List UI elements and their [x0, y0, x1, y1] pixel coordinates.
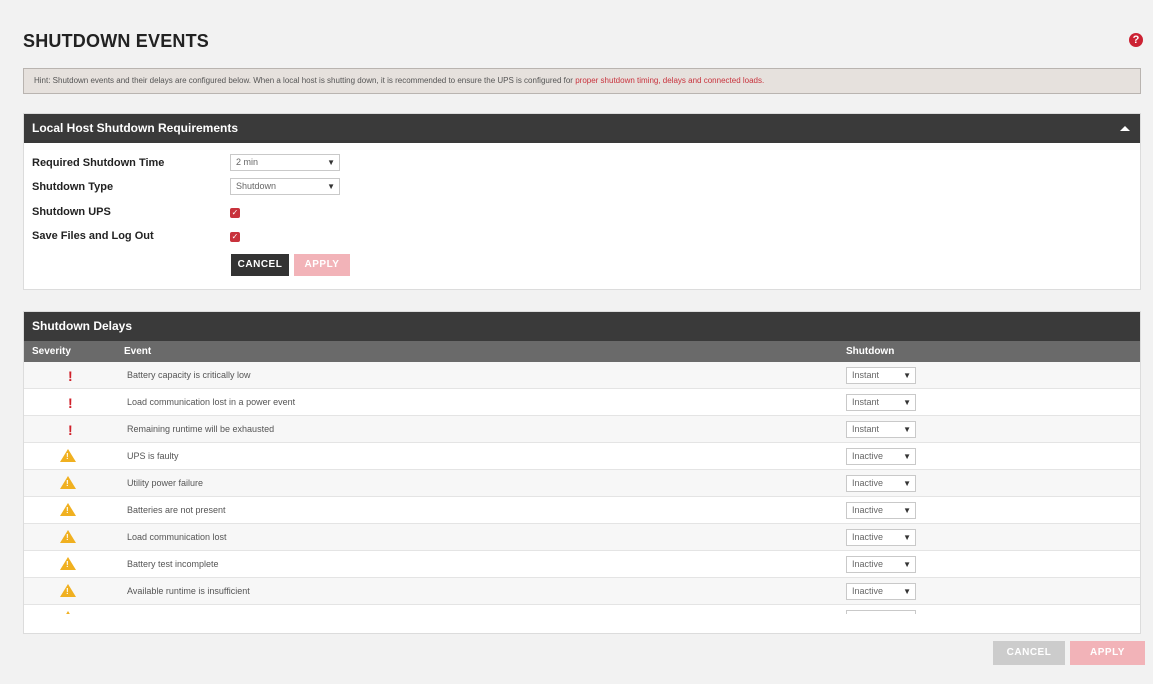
- required-shutdown-time-value: 2 min: [236, 157, 259, 167]
- footer-apply-button[interactable]: APPLY: [1070, 641, 1145, 665]
- shutdown-delay-value: Inactive: [852, 559, 884, 569]
- warning-triangle-icon: [60, 503, 76, 516]
- cancel-button[interactable]: CANCEL: [231, 254, 289, 276]
- warning-triangle-icon: [60, 584, 76, 597]
- event-text: Load communication lost in a power event: [127, 397, 296, 407]
- shutdown-delay-value: Inactive: [852, 532, 884, 542]
- warning-triangle-icon: [60, 530, 76, 543]
- shutdown-type-select[interactable]: Shutdown ▼: [230, 178, 340, 195]
- chevron-down-icon: ▼: [903, 611, 911, 614]
- shutdown-delay-value: Inactive: [852, 505, 884, 515]
- shutdown-delay-value: Inactive: [852, 451, 884, 461]
- event-text: Battery capacity is critically low: [127, 370, 251, 380]
- shutdown-delays-panel: Shutdown Delays Severity Event Shutdown …: [23, 311, 1141, 634]
- warning-triangle-icon: [60, 557, 76, 570]
- table-row: UPS temperature is abnormally high Inacti…: [24, 605, 1140, 614]
- event-text: UPS temperature is abnormally high: [127, 605, 272, 614]
- event-text: Battery test incomplete: [127, 559, 219, 569]
- table-row: Utility power failure Inactive ▼: [24, 470, 1140, 497]
- shutdown-delay-value: Instant: [852, 424, 880, 434]
- chevron-down-icon: ▼: [903, 506, 911, 515]
- event-text: UPS is faulty: [127, 451, 179, 461]
- footer-cancel-button[interactable]: CANCEL: [993, 641, 1065, 665]
- event-text: Utility power failure: [127, 478, 204, 488]
- chevron-down-icon: ▼: [903, 452, 911, 461]
- info-notice: Hint: Shutdown events and their delays a…: [23, 68, 1141, 94]
- shutdown-delay-select[interactable]: Instant ▼: [846, 367, 916, 384]
- event-text: Remaining runtime will be exhausted: [127, 424, 275, 434]
- column-severity: Severity: [32, 346, 71, 357]
- notice-text: Hint: Shutdown events and their delays a…: [34, 76, 573, 85]
- collapse-icon[interactable]: [1120, 126, 1130, 131]
- chevron-down-icon: ▼: [903, 587, 911, 596]
- chevron-down-icon: ▼: [327, 158, 335, 167]
- event-text: Batteries are not present: [127, 505, 226, 515]
- shutdown-delay-select[interactable]: Instant ▼: [846, 394, 916, 411]
- chevron-down-icon: ▼: [903, 425, 911, 434]
- notice-text-accent: proper shutdown timing, delays and conne…: [575, 76, 765, 85]
- shutdown-delay-value: Instant: [852, 397, 880, 407]
- event-text: Available runtime is insufficient: [127, 586, 250, 596]
- chevron-down-icon: ▼: [903, 533, 911, 542]
- shutdown-delay-select[interactable]: Inactive ▼: [846, 529, 916, 546]
- chevron-down-icon: ▼: [903, 398, 911, 407]
- shutdown-ups-label: Shutdown UPS: [32, 206, 111, 218]
- table-row: UPS is faulty Inactive ▼: [24, 443, 1140, 470]
- critical-exclamation-icon: !: [68, 368, 73, 384]
- table-row: Batteries are not present Inactive ▼: [24, 497, 1140, 524]
- required-shutdown-time-label: Required Shutdown Time: [32, 157, 165, 169]
- table-body: ! Battery capacity is critically low Insta…: [24, 362, 1140, 614]
- chevron-down-icon: ▼: [327, 182, 335, 191]
- shutdown-delay-select[interactable]: Inactive ▼: [846, 502, 916, 519]
- save-files-label: Save Files and Log Out: [32, 230, 154, 242]
- warning-triangle-icon: [60, 611, 76, 614]
- shutdown-type-value: Shutdown: [236, 181, 277, 191]
- page-title: SHUTDOWN EVENTS: [23, 31, 210, 51]
- shutdown-delay-select[interactable]: Inactive ▼: [846, 583, 916, 600]
- shutdown-delays-title: Shutdown Delays: [32, 319, 133, 333]
- table-row: ! Battery capacity is critically low Insta…: [24, 362, 1140, 389]
- help-icon[interactable]: ?: [1129, 33, 1143, 47]
- shutdown-delay-select[interactable]: Inactive ▼: [846, 610, 916, 614]
- table-row: Load communication lost Inactive ▼: [24, 524, 1140, 551]
- table-row: Battery test incomplete Inactive ▼: [24, 551, 1140, 578]
- warning-triangle-icon: [60, 449, 76, 462]
- chevron-down-icon: ▼: [903, 479, 911, 488]
- table-header: Severity Event Shutdown: [24, 341, 1140, 362]
- shutdown-delay-select[interactable]: Inactive ▼: [846, 475, 916, 492]
- local-host-panel-title: Local Host Shutdown Requirements: [32, 121, 239, 135]
- shutdown-delay-select[interactable]: Inactive ▼: [846, 448, 916, 465]
- shutdown-delay-value: Instant: [852, 370, 880, 380]
- chevron-down-icon: ▼: [903, 371, 911, 380]
- local-host-panel-header[interactable]: Local Host Shutdown Requirements: [24, 114, 1140, 143]
- shutdown-delay-select[interactable]: Instant ▼: [846, 421, 916, 438]
- critical-exclamation-icon: !: [68, 395, 73, 411]
- required-shutdown-time-select[interactable]: 2 min ▼: [230, 154, 340, 171]
- apply-button[interactable]: APPLY: [294, 254, 350, 276]
- shutdown-delay-value: Inactive: [852, 586, 884, 596]
- table-row: ! Load communication lost in a power even…: [24, 389, 1140, 416]
- chevron-down-icon: ▼: [903, 560, 911, 569]
- critical-exclamation-icon: !: [68, 422, 73, 438]
- local-host-panel: Local Host Shutdown Requirements Require…: [23, 113, 1141, 290]
- column-event: Event: [124, 346, 152, 357]
- table-row: Available runtime is insufficient Inactiv…: [24, 578, 1140, 605]
- save-files-checkbox[interactable]: ✓: [230, 232, 240, 242]
- warning-triangle-icon: [60, 476, 76, 489]
- shutdown-ups-checkbox[interactable]: ✓: [230, 208, 240, 218]
- table-row: ! Remaining runtime will be exhausted Inst…: [24, 416, 1140, 443]
- event-text: Load communication lost: [127, 532, 227, 542]
- column-shutdown: Shutdown: [846, 346, 895, 357]
- shutdown-type-label: Shutdown Type: [32, 181, 114, 193]
- shutdown-delays-panel-header: Shutdown Delays: [24, 312, 1140, 341]
- shutdown-delay-value: Inactive: [852, 613, 883, 614]
- shutdown-delay-select[interactable]: Inactive ▼: [846, 556, 916, 573]
- shutdown-delay-value: Inactive: [852, 478, 884, 488]
